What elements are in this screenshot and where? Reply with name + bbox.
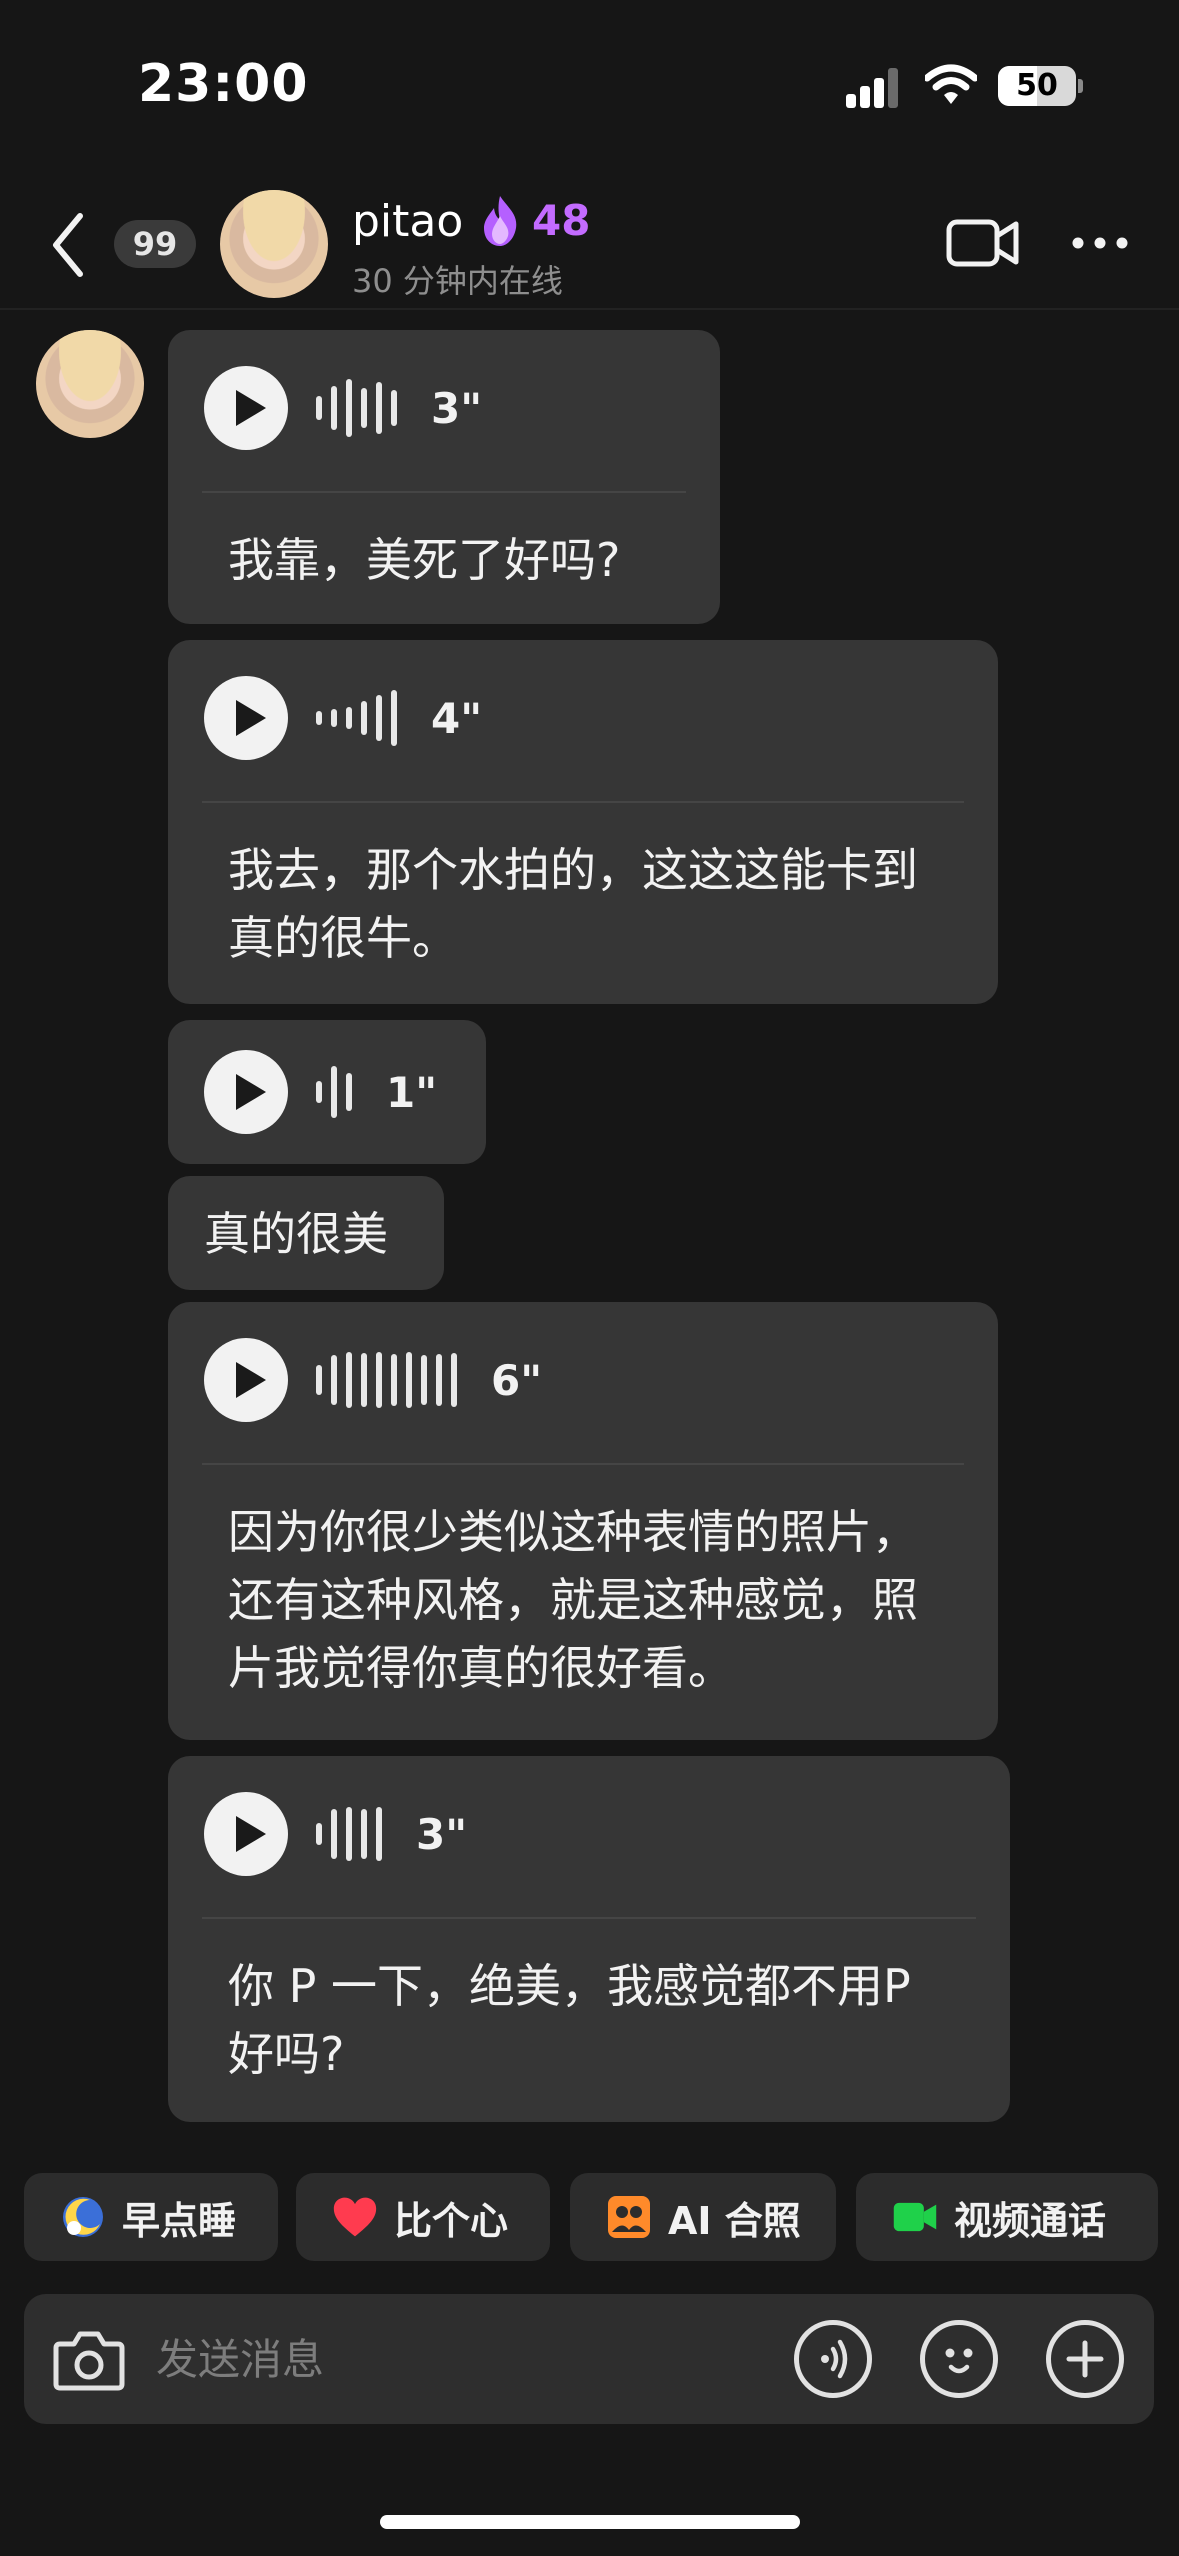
message-input-bar — [24, 2294, 1154, 2424]
quick-action-label: 比个心 — [394, 2198, 509, 2243]
voice-message-bubble[interactable]: 4" 我去，那个水拍的，这这这能卡到真的很牛。 — [168, 640, 998, 1004]
bubble-divider — [202, 1917, 976, 1919]
wifi-icon — [925, 64, 977, 104]
streak-count: 48 — [532, 196, 591, 245]
voice-transcript: 因为你很少类似这种表情的照片，还有这种风格，就是这种感觉，照片我觉得你真的很好看… — [228, 1505, 918, 1695]
bubble-divider — [202, 1463, 964, 1465]
waveform-icon — [316, 1804, 382, 1864]
smiley-icon — [945, 2348, 973, 2374]
voice-duration: 3" — [416, 1809, 468, 1859]
waveform-icon — [316, 378, 397, 438]
header-divider — [0, 308, 1179, 310]
battery-percentage: 50 — [1016, 68, 1058, 103]
cellular-signal-icon — [846, 68, 900, 108]
streak-flame-icon — [484, 196, 517, 246]
ai-photo-icon — [606, 2194, 652, 2240]
play-button[interactable] — [204, 1338, 288, 1422]
status-time: 23:00 — [138, 54, 309, 114]
unread-count-badge[interactable]: 99 — [114, 220, 196, 268]
battery-icon: 50 — [998, 66, 1076, 106]
waveform-icon — [316, 688, 397, 748]
more-actions-button[interactable] — [1046, 2320, 1124, 2398]
voice-player: 3" — [204, 1792, 467, 1876]
online-status: 30 分钟内在线 — [352, 262, 563, 300]
voice-player: 6" — [204, 1338, 542, 1422]
voice-duration: 3" — [431, 383, 483, 433]
waveform-icon — [316, 1350, 457, 1410]
home-indicator[interactable] — [380, 2515, 800, 2529]
video-camera-icon[interactable] — [946, 216, 1020, 270]
play-button[interactable] — [204, 1792, 288, 1876]
message-input[interactable] — [156, 2324, 756, 2394]
message-text: 真的很美 — [204, 1207, 388, 1261]
voice-message-bubble[interactable]: 1" — [168, 1020, 486, 1164]
camera-icon[interactable] — [52, 2324, 126, 2394]
play-button[interactable] — [204, 676, 288, 760]
voice-transcript: 我靠，美死了好吗? — [228, 533, 621, 587]
plus-icon — [1066, 2340, 1104, 2378]
heart-icon — [332, 2194, 378, 2240]
waveform-icon — [316, 1062, 352, 1122]
bubble-divider — [202, 491, 686, 493]
bubble-divider — [202, 801, 964, 803]
contact-avatar[interactable] — [220, 190, 328, 298]
moon-icon — [60, 2194, 106, 2240]
chevron-left-icon — [53, 213, 83, 277]
voice-player: 4" — [204, 676, 482, 760]
emoji-button[interactable] — [920, 2320, 998, 2398]
quick-action-heart[interactable]: 比个心 — [296, 2173, 550, 2261]
quick-action-label: 早点睡 — [122, 2198, 237, 2243]
quick-action-label: AI 合照 — [668, 2198, 801, 2243]
voice-message-bubble[interactable]: 3" 你 P 一下，绝美，我感觉都不用P 好吗? — [168, 1756, 1010, 2122]
voice-player: 3" — [204, 366, 482, 450]
voice-message-bubble[interactable]: 6" 因为你很少类似这种表情的照片，还有这种风格，就是这种感觉，照片我觉得你真的… — [168, 1302, 998, 1740]
play-button[interactable] — [204, 1050, 288, 1134]
voice-player: 1" — [204, 1050, 437, 1134]
play-button[interactable] — [204, 366, 288, 450]
sender-avatar[interactable] — [36, 330, 144, 438]
voice-duration: 1" — [386, 1067, 438, 1117]
quick-action-ai-photo[interactable]: AI 合照 — [570, 2173, 836, 2261]
voice-duration: 6" — [491, 1355, 543, 1405]
more-options-icon[interactable] — [1070, 226, 1130, 260]
voice-wave-icon — [821, 2339, 848, 2379]
voice-input-button[interactable] — [794, 2320, 872, 2398]
quick-action-video-call[interactable]: 视频通话 — [856, 2173, 1158, 2261]
video-icon — [892, 2194, 938, 2240]
voice-transcript: 你 P 一下，绝美，我感觉都不用P 好吗? — [228, 1959, 911, 2081]
quick-action-label: 视频通话 — [954, 2198, 1107, 2243]
voice-message-bubble[interactable]: 3" 我靠，美死了好吗? — [168, 330, 720, 624]
battery-tip — [1078, 79, 1083, 93]
voice-duration: 4" — [431, 693, 483, 743]
chat-screen: 23:00 50 99 pitao 48 30 分钟内在线 3" 我靠，美死了好… — [0, 0, 1179, 2556]
voice-transcript: 我去，那个水拍的，这这这能卡到真的很牛。 — [228, 843, 918, 965]
back-button[interactable] — [44, 210, 94, 280]
text-message-bubble[interactable]: 真的很美 — [168, 1176, 444, 1290]
quick-action-sleep[interactable]: 早点睡 — [24, 2173, 278, 2261]
contact-name[interactable]: pitao — [352, 196, 463, 247]
